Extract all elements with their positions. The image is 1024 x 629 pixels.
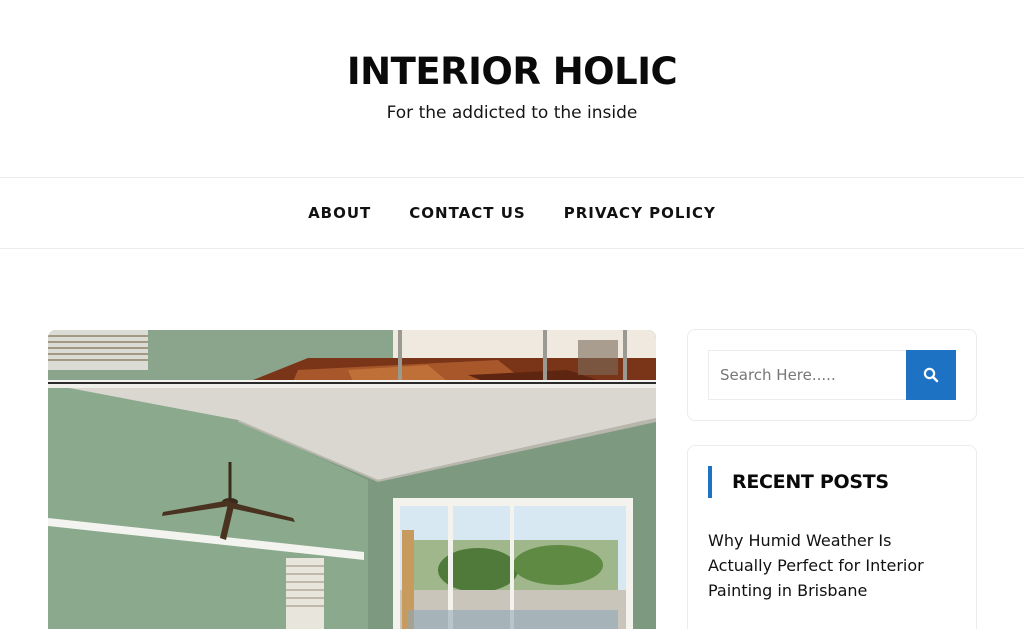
- search-button[interactable]: [906, 350, 956, 400]
- nav-item-privacy-policy[interactable]: PRIVACY POLICY: [564, 204, 716, 222]
- featured-post-image[interactable]: [48, 330, 656, 629]
- search-widget: [687, 329, 977, 421]
- interior-room-photo: [48, 330, 656, 629]
- recent-posts-title: RECENT POSTS: [708, 466, 889, 498]
- search-icon: [923, 367, 939, 383]
- recent-posts-widget: RECENT POSTS Why Humid Weather Is Actual…: [687, 445, 977, 629]
- nav-item-about[interactable]: ABOUT: [308, 204, 371, 222]
- main-nav: ABOUT CONTACT US PRIVACY POLICY: [0, 177, 1024, 249]
- site-header: INTERIOR HOLIC For the addicted to the i…: [0, 0, 1024, 178]
- nav-item-contact-us[interactable]: CONTACT US: [409, 204, 525, 222]
- site-title[interactable]: INTERIOR HOLIC: [0, 50, 1024, 93]
- search-input[interactable]: [708, 350, 907, 400]
- site-tagline: For the addicted to the inside: [386, 103, 638, 123]
- recent-post-link[interactable]: Why Humid Weather Is Actually Perfect fo…: [708, 528, 948, 603]
